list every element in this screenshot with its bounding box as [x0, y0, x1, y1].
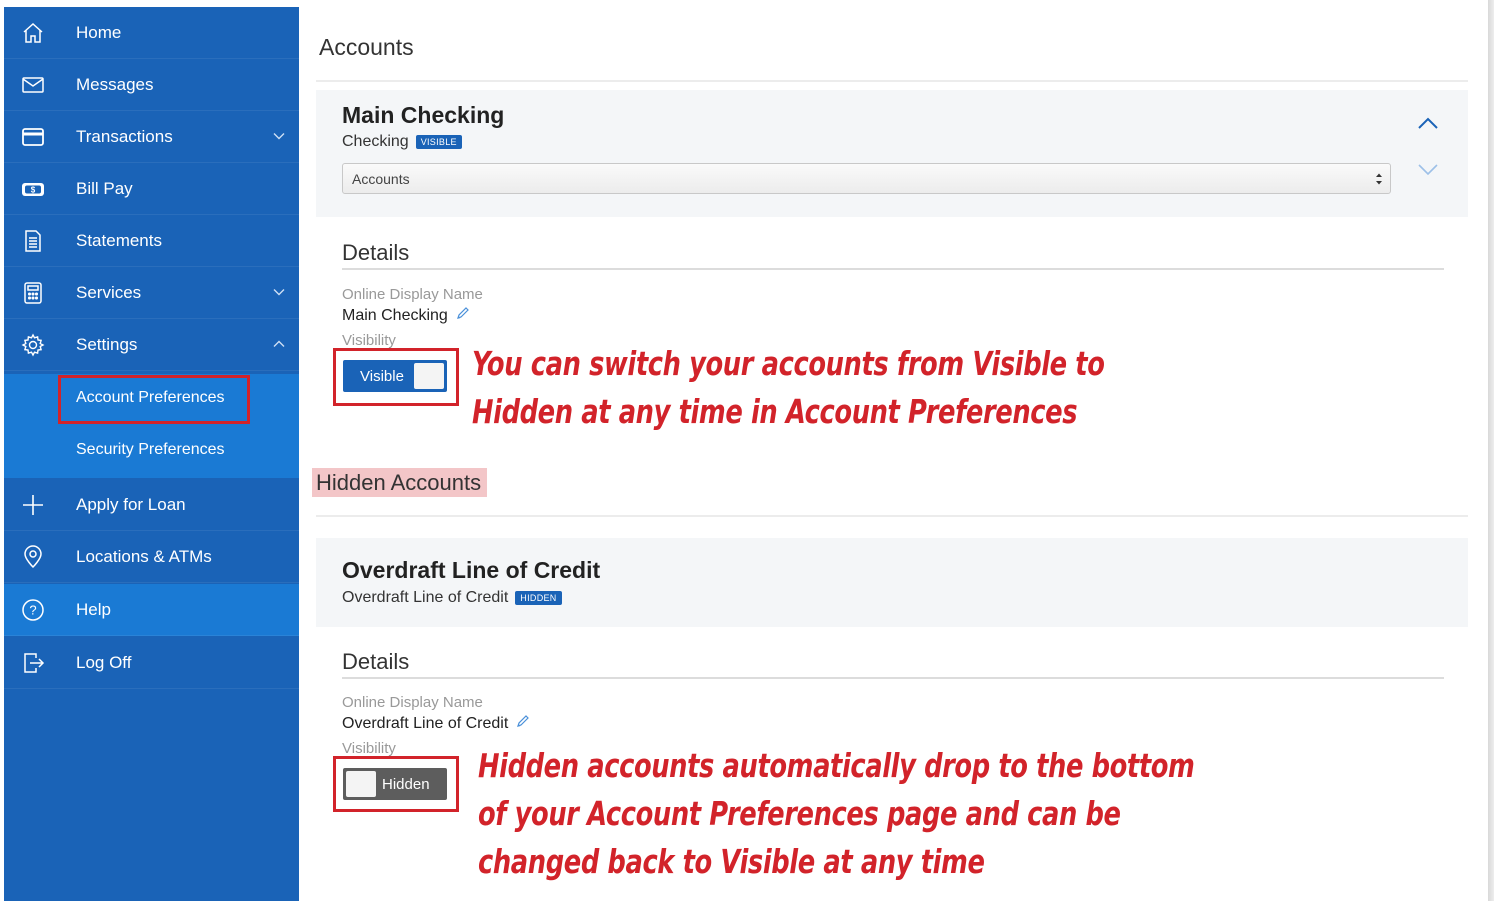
visibility-label: Visibility: [342, 332, 396, 349]
display-name-text: Main Checking: [342, 306, 448, 324]
sidebar-item-label: Security Preferences: [76, 441, 225, 458]
annotation-note-1: You can switch your accounts from Visibl…: [472, 340, 1105, 436]
annotation-line: Hidden at any time in Account Preference…: [472, 392, 1078, 431]
sidebar-item-apply-for-loan[interactable]: Apply for Loan: [4, 479, 299, 531]
bill-icon: $: [20, 176, 46, 202]
sidebar-item-label: Apply for Loan: [76, 494, 186, 514]
sidebar-item-log-off[interactable]: Log Off: [4, 637, 299, 689]
chevron-down-icon[interactable]: [272, 285, 286, 299]
sidebar-item-label: Help: [76, 599, 111, 619]
chevron-down-icon[interactable]: [272, 129, 286, 143]
svg-text:$: $: [31, 186, 36, 195]
sidebar-item-settings[interactable]: Settings: [4, 319, 299, 371]
sidebar-item-label: Services: [76, 282, 142, 302]
gear-icon: [20, 332, 46, 358]
divider: [316, 80, 1468, 82]
online-display-name-label: Online Display Name: [342, 694, 483, 711]
pencil-icon[interactable]: [456, 306, 470, 325]
sidebar-item-label: Transactions: [76, 126, 173, 146]
visibility-label: Visibility: [342, 740, 396, 757]
sidebar-item-label: Log Off: [76, 652, 132, 672]
details-title: Details: [342, 649, 410, 674]
logout-icon: [20, 650, 46, 676]
sidebar-item-bill-pay[interactable]: $ Bill Pay: [4, 163, 299, 215]
divider: [316, 515, 1468, 517]
sidebar-item-label: Messages: [76, 74, 154, 94]
account-name: Main Checking: [342, 102, 505, 128]
account-name: Overdraft Line of Credit: [342, 557, 601, 583]
account-type: Checking VISIBLE: [342, 133, 462, 151]
chevron-up-icon[interactable]: [272, 337, 286, 351]
page-edge-shadow: [1488, 0, 1494, 901]
highlight-box-account-preferences: [58, 375, 250, 424]
move-down-arrow-icon[interactable]: [1416, 162, 1440, 178]
sidebar-item-home[interactable]: Home: [4, 7, 299, 59]
hidden-accounts-heading: Hidden Accounts: [312, 468, 488, 497]
sidebar-item-messages[interactable]: Messages: [4, 59, 299, 111]
online-display-name-value: Main Checking: [342, 306, 470, 325]
details-title: Details: [342, 240, 410, 265]
details-divider: [342, 677, 1444, 679]
display-name-text: Overdraft Line of Credit: [342, 714, 509, 732]
annotation-line: You can switch your accounts from Visibl…: [472, 344, 1105, 383]
online-display-name-label: Online Display Name: [342, 286, 483, 303]
sidebar-subitem-security-preferences[interactable]: Security Preferences: [4, 426, 299, 478]
annotation-line: of your Account Preferences page and can…: [478, 794, 1121, 833]
sidebar-item-label: Home: [76, 22, 122, 42]
location-pin-icon: [20, 544, 46, 570]
sidebar-item-label: Locations & ATMs: [76, 546, 212, 566]
plus-icon: [20, 492, 46, 518]
account-type-label: Checking: [342, 133, 409, 150]
home-icon: [20, 20, 46, 46]
pencil-icon[interactable]: [516, 714, 530, 733]
annotation-note-2: Hidden accounts automatically drop to th…: [478, 742, 1195, 886]
help-icon: ?: [20, 597, 46, 623]
hidden-badge: HIDDEN: [515, 591, 562, 605]
select-arrows-icon: [1374, 171, 1384, 187]
details-divider: [342, 268, 1444, 270]
sidebar-item-services[interactable]: Services: [4, 267, 299, 319]
page-title: Accounts: [319, 34, 414, 60]
account-group-select[interactable]: Accounts: [342, 163, 1391, 194]
document-icon: [20, 228, 46, 254]
highlight-box-visible-toggle: [333, 348, 459, 406]
account-card-overdraft: Overdraft Line of Credit Overdraft Line …: [316, 538, 1468, 627]
move-up-arrow-icon[interactable]: [1416, 115, 1440, 131]
calculator-icon: [20, 280, 46, 306]
sidebar-item-transactions[interactable]: Transactions: [4, 111, 299, 163]
annotation-line: changed back to Visible at any time: [478, 842, 985, 881]
sidebar-item-label: Settings: [76, 334, 138, 354]
annotation-line: Hidden accounts automatically drop to th…: [478, 746, 1195, 785]
account-type-label: Overdraft Line of Credit: [342, 589, 509, 606]
account-type: Overdraft Line of Credit HIDDEN: [342, 589, 562, 607]
sidebar-item-help[interactable]: ? Help: [4, 584, 299, 636]
sidebar-item-locations[interactable]: Locations & ATMs: [4, 531, 299, 583]
sidebar: Home Messages Transactions $ Bill Pay St…: [4, 7, 299, 901]
card-icon: [20, 124, 46, 150]
sidebar-item-label: Statements: [76, 230, 162, 250]
sidebar-item-statements[interactable]: Statements: [4, 215, 299, 267]
visible-badge: VISIBLE: [415, 135, 462, 149]
envelope-icon: [20, 72, 46, 98]
highlight-box-hidden-toggle: [333, 756, 459, 812]
online-display-name-value: Overdraft Line of Credit: [342, 714, 530, 733]
svg-text:?: ?: [29, 603, 36, 618]
sidebar-item-label: Bill Pay: [76, 178, 133, 198]
select-value: Accounts: [352, 171, 410, 187]
account-card-main-checking: Main Checking Checking VISIBLE Accounts: [316, 90, 1468, 217]
